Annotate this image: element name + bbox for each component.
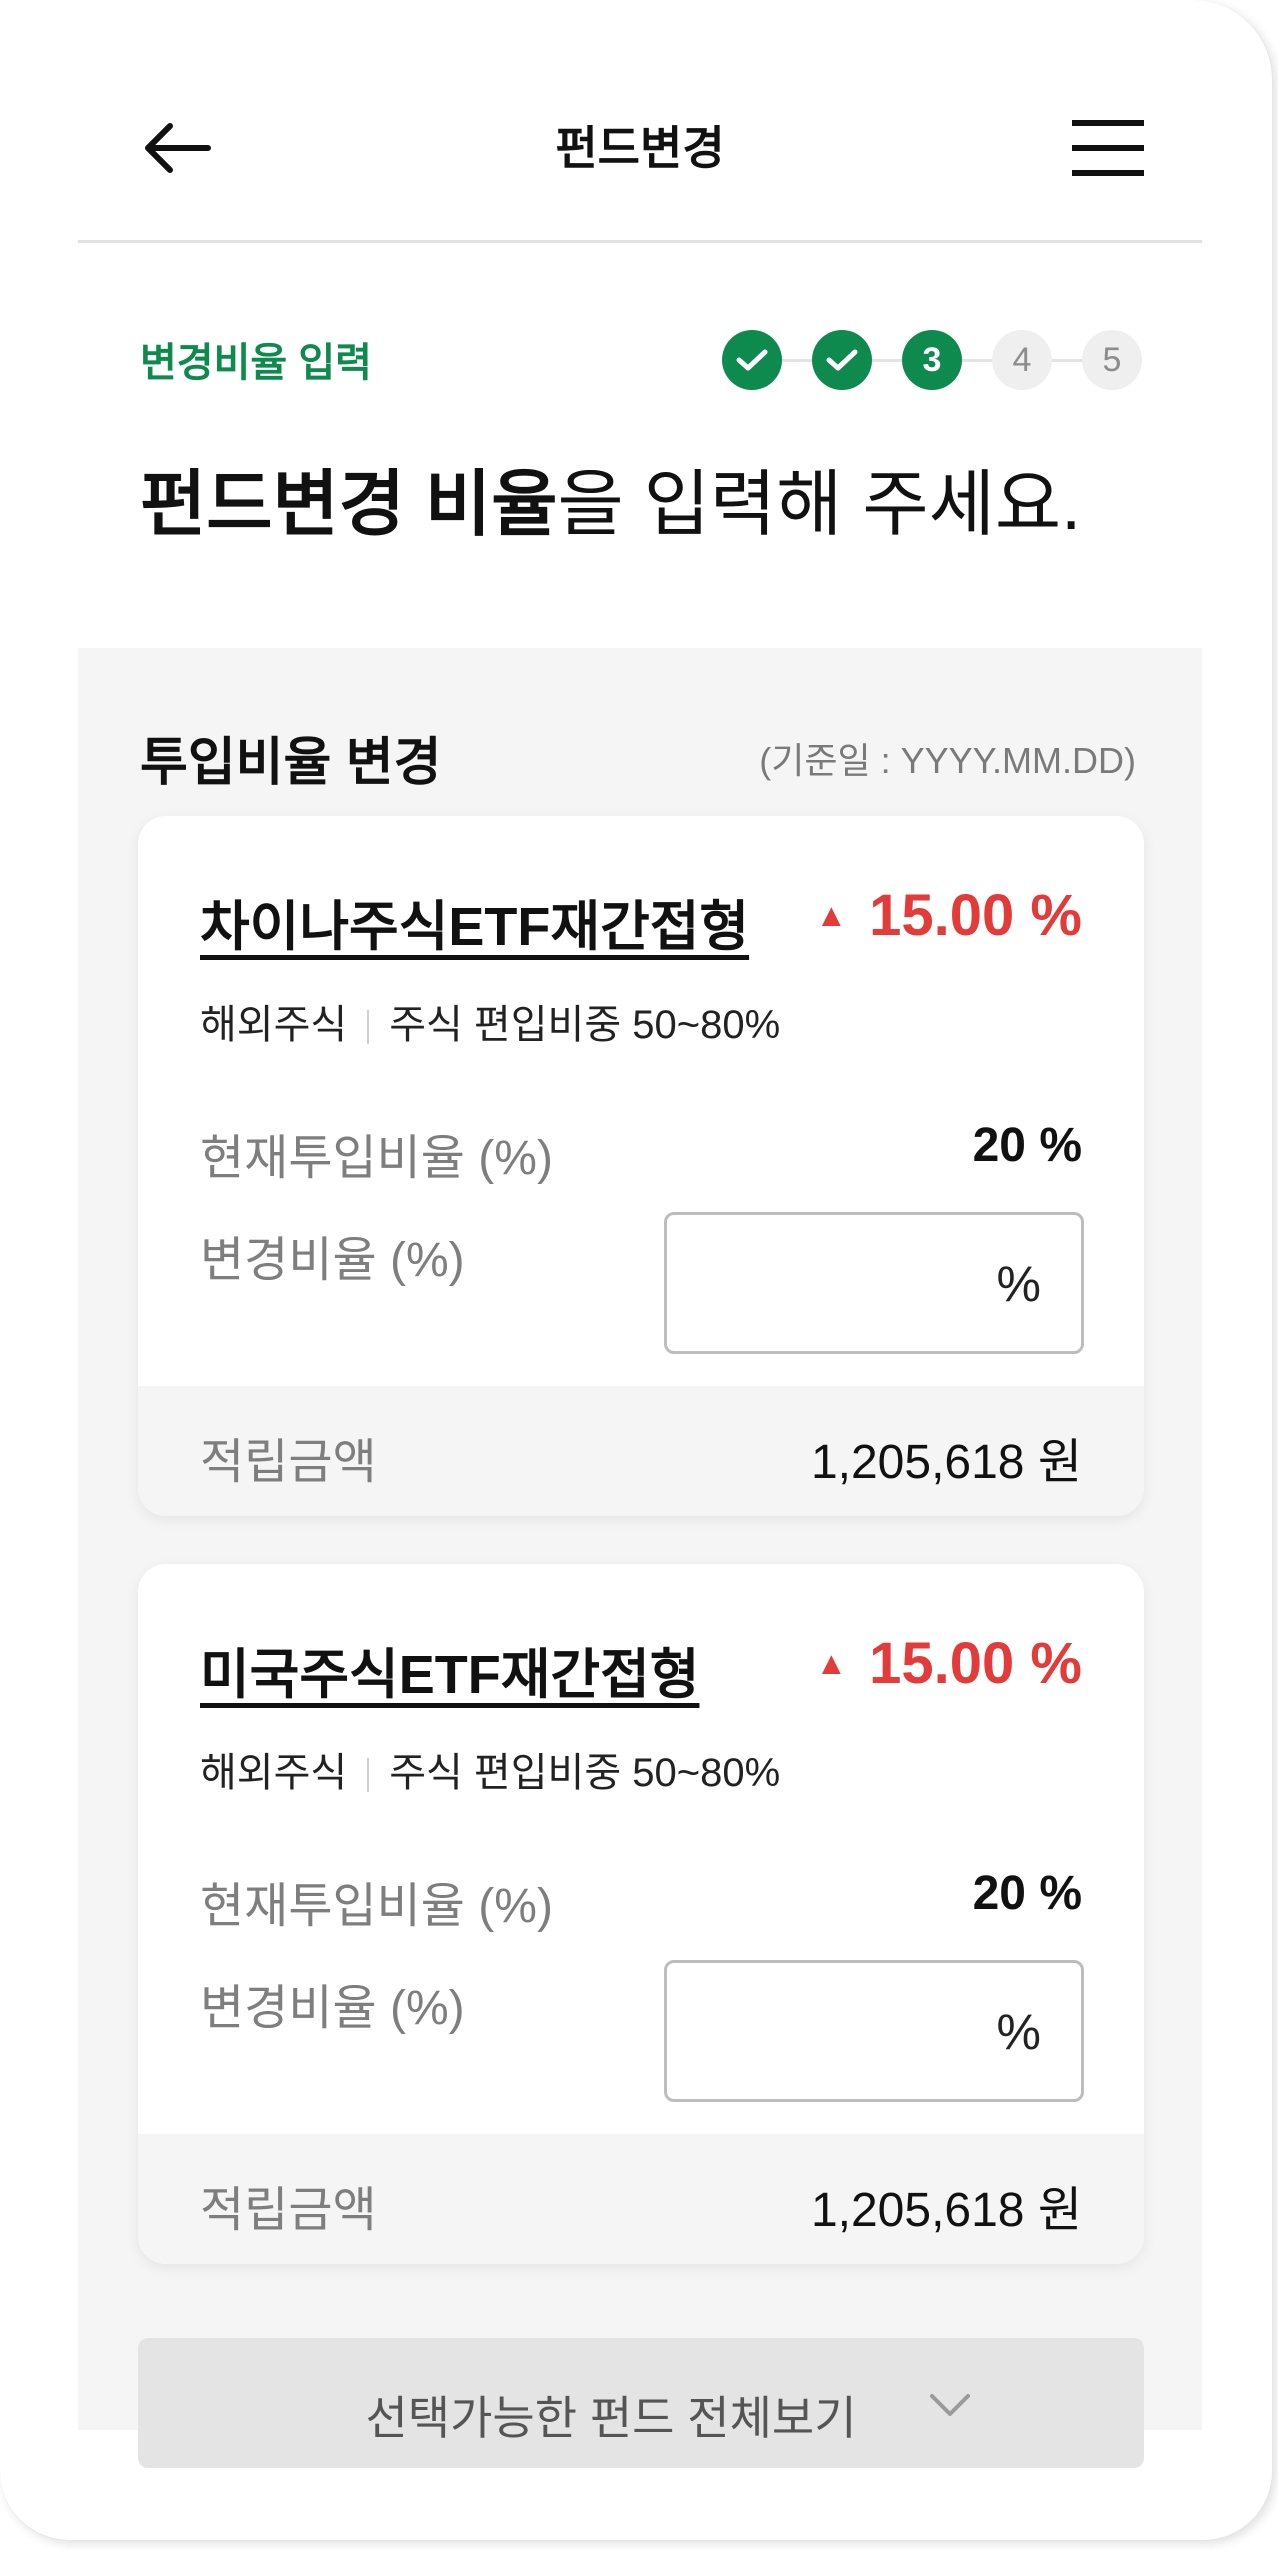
page-title: 펀드변경 <box>555 122 725 174</box>
fund-return-rate: ▲ 15.00 % <box>816 1630 1083 1697</box>
check-icon <box>736 349 768 371</box>
base-date: (기준일 : YYYY.MM.DD) <box>759 740 1136 781</box>
check-icon <box>826 349 858 371</box>
fund-tag-weight: 주식 편입비중 50~80% <box>389 1751 781 1795</box>
fund-card: 차이나주식ETF재간접형 ▲ 15.00 % 해외주식 주식 편입비중 50~80%… <box>138 816 1144 1516</box>
chevron-down-icon <box>930 2394 970 2416</box>
step-4: 4 <box>992 330 1052 390</box>
fund-name-link[interactable]: 차이나주식ETF재간접형 <box>200 882 749 961</box>
phone-frame: 펀드변경 변경비율 입력 3 4 5 펀드변경 비율을 입력해 주세요. 투입비… <box>0 0 1273 2541</box>
fund-tags: 해외주식 주식 편입비중 50~80% <box>200 1740 780 1798</box>
change-ratio-field[interactable]: % <box>664 1212 1084 1354</box>
view-all-funds-button[interactable]: 선택가능한 펀드 전체보기 <box>138 2338 1144 2468</box>
heading-rest: 을 입력해 주세요. <box>557 465 1082 545</box>
progress-stepper: 3 4 5 <box>722 330 1142 390</box>
change-ratio-input[interactable] <box>687 1963 991 2101</box>
app-header: 펀드변경 <box>78 0 1202 243</box>
accumulated-amount-row: 적립금액 1,205,618 원 <box>138 1386 1144 1516</box>
fund-tags: 해외주식 주식 편입비중 50~80% <box>200 992 780 1050</box>
change-ratio-label: 변경비율 (%) <box>200 1234 465 1287</box>
step-1-complete <box>722 330 782 390</box>
step-label: 변경비율 입력 <box>140 341 372 385</box>
amount-value: 1,205,618 원 <box>810 2184 1082 2237</box>
fund-return-rate: ▲ 15.00 % <box>816 882 1083 949</box>
instruction-heading: 펀드변경 비율을 입력해 주세요. <box>140 460 1081 550</box>
percent-unit: % <box>996 1256 1041 1312</box>
percent-unit: % <box>996 2004 1041 2060</box>
step-5: 5 <box>1082 330 1142 390</box>
current-ratio-value: 20 % <box>972 1119 1082 1172</box>
tag-divider <box>367 1010 370 1045</box>
change-ratio-input[interactable] <box>687 1215 991 1353</box>
rate-value: 15.00 % <box>869 883 1082 948</box>
current-ratio-value: 20 % <box>972 1867 1082 1920</box>
amount-value: 1,205,618 원 <box>810 1436 1082 1489</box>
up-triangle-icon: ▲ <box>815 1645 848 1682</box>
current-ratio-label: 현재투입비율 (%) <box>200 1132 553 1185</box>
hamburger-menu-icon[interactable] <box>1072 118 1144 178</box>
up-triangle-icon: ▲ <box>815 897 848 934</box>
fund-tag-region: 해외주식 <box>200 1751 348 1795</box>
fund-tag-region: 해외주식 <box>200 1003 348 1047</box>
amount-label: 적립금액 <box>200 1436 377 1489</box>
tag-divider <box>367 1758 370 1793</box>
change-ratio-field[interactable]: % <box>664 1960 1084 2102</box>
accumulated-amount-row: 적립금액 1,205,618 원 <box>138 2134 1144 2264</box>
step-2-complete <box>812 330 872 390</box>
heading-bold: 펀드변경 비율 <box>140 465 558 545</box>
fund-name-link[interactable]: 미국주식ETF재간접형 <box>200 1630 699 1709</box>
section-title: 투입비율 변경 <box>140 734 442 792</box>
fund-card: 미국주식ETF재간접형 ▲ 15.00 % 해외주식 주식 편입비중 50~80% … <box>138 1564 1144 2264</box>
current-ratio-label: 현재투입비율 (%) <box>200 1880 553 1933</box>
fund-tag-weight: 주식 편입비중 50~80% <box>389 1003 781 1047</box>
step-3-current: 3 <box>902 330 962 390</box>
ratio-section: 투입비율 변경 (기준일 : YYYY.MM.DD) 차이나주식ETF재간접형 … <box>78 648 1202 2468</box>
rate-value: 15.00 % <box>869 1631 1082 1696</box>
amount-label: 적립금액 <box>200 2184 377 2237</box>
change-ratio-label: 변경비율 (%) <box>200 1982 465 2035</box>
